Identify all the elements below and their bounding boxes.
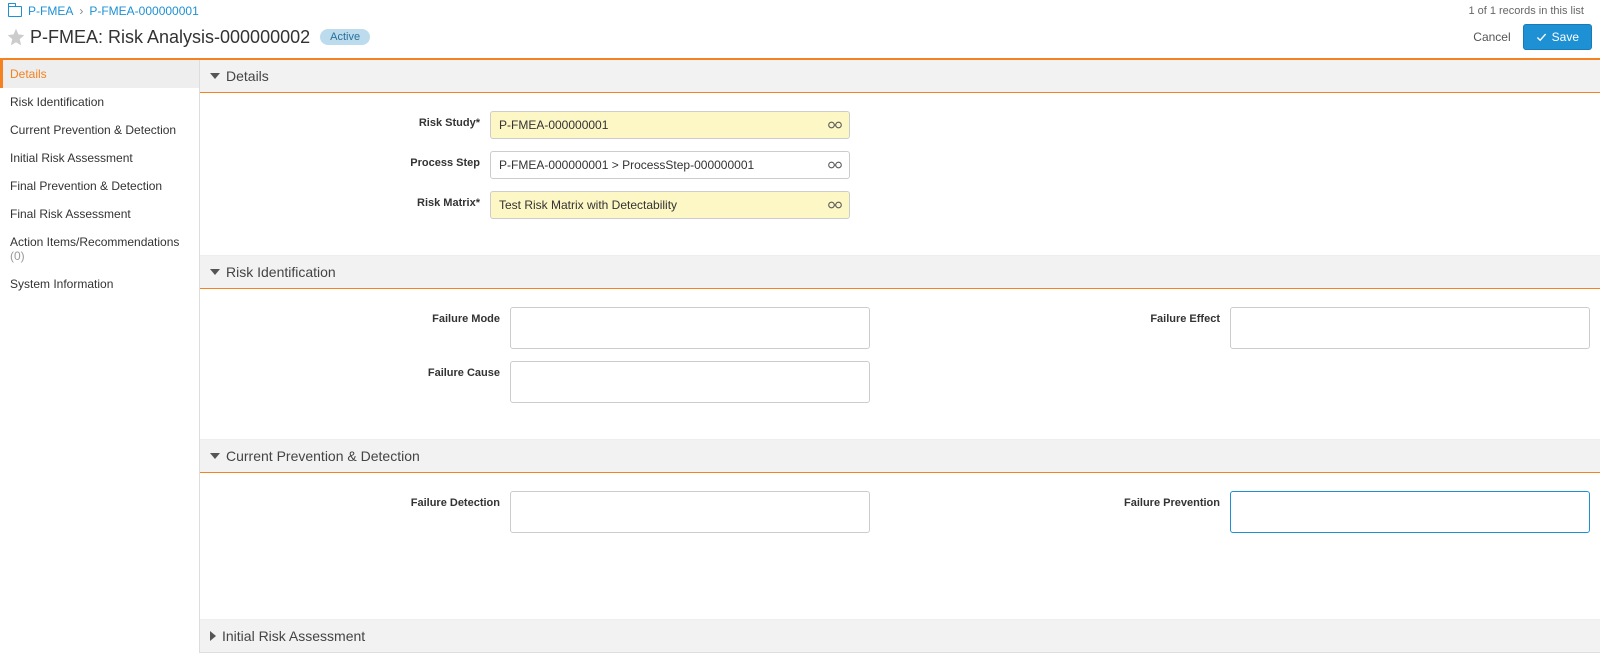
sidebar-item-label: Risk Identification [10,95,104,109]
save-button[interactable]: Save [1523,24,1592,50]
label-risk-matrix: Risk Matrix* [210,191,490,209]
sidebar: Details Risk Identification Current Prev… [0,60,200,653]
section-initial-risk: Initial Risk Assessment [200,620,1600,653]
section-header-risk-identification[interactable]: Risk Identification [200,256,1600,289]
section-details: Details Risk Study* Process Step [200,60,1600,256]
page-title: P-FMEA: Risk Analysis-000000002 [30,27,310,48]
favorite-star-icon[interactable] [6,27,26,47]
section-current-prevention: Current Prevention & Detection Failure D… [200,440,1600,620]
binoculars-icon[interactable] [828,160,842,170]
caret-down-icon [210,73,220,79]
section-header-details[interactable]: Details [200,60,1600,93]
label-failure-effect: Failure Effect [930,307,1230,325]
caret-down-icon [210,453,220,459]
sidebar-item-current-prevention[interactable]: Current Prevention & Detection [0,116,199,144]
section-header-current-prevention[interactable]: Current Prevention & Detection [200,440,1600,473]
save-button-label: Save [1552,30,1579,44]
binoculars-icon[interactable] [828,120,842,130]
folder-icon [8,6,22,17]
failure-effect-input[interactable] [1230,307,1590,349]
section-title: Current Prevention & Detection [226,448,420,464]
label-risk-study: Risk Study* [210,111,490,129]
risk-study-input[interactable] [490,111,850,139]
sidebar-item-label: System Information [10,277,113,291]
label-failure-prevention: Failure Prevention [930,491,1230,509]
binoculars-icon[interactable] [828,200,842,210]
sidebar-item-action-items[interactable]: Action Items/Recommendations (0) [0,228,199,270]
section-title: Risk Identification [226,264,336,280]
caret-right-icon [210,631,216,641]
sidebar-item-final-risk[interactable]: Final Risk Assessment [0,200,199,228]
check-icon [1536,32,1547,43]
failure-cause-input[interactable] [510,361,870,403]
process-step-input[interactable] [490,151,850,179]
sidebar-item-label: Action Items/Recommendations [10,235,179,249]
main-content: Details Risk Study* Process Step [200,60,1600,653]
label-failure-cause: Failure Cause [210,361,510,379]
sidebar-item-initial-risk[interactable]: Initial Risk Assessment [0,144,199,172]
sidebar-item-details[interactable]: Details [0,60,199,88]
failure-prevention-input[interactable] [1230,491,1590,533]
sidebar-item-risk-identification[interactable]: Risk Identification [0,88,199,116]
sidebar-item-label: Final Risk Assessment [10,207,131,221]
breadcrumb-root-link[interactable]: P-FMEA [28,4,73,18]
breadcrumb-current-link[interactable]: P-FMEA-000000001 [89,4,198,18]
caret-down-icon [210,269,220,275]
label-failure-detection: Failure Detection [210,491,510,509]
section-title: Initial Risk Assessment [222,628,365,644]
label-process-step: Process Step [210,151,490,169]
section-title: Details [226,68,269,84]
records-count: 1 of 1 records in this list [1468,5,1592,17]
failure-mode-input[interactable] [510,307,870,349]
sidebar-item-final-prevention[interactable]: Final Prevention & Detection [0,172,199,200]
section-risk-identification: Risk Identification Failure Mode Failure… [200,256,1600,440]
label-failure-mode: Failure Mode [210,307,510,325]
sidebar-item-count: (0) [10,249,25,263]
sidebar-item-label: Current Prevention & Detection [10,123,176,137]
breadcrumb-separator: › [79,4,83,18]
section-header-initial-risk[interactable]: Initial Risk Assessment [200,620,1600,653]
risk-matrix-input[interactable] [490,191,850,219]
sidebar-item-system-info[interactable]: System Information [0,270,199,298]
sidebar-item-label: Initial Risk Assessment [10,151,133,165]
status-badge: Active [320,29,370,45]
cancel-button[interactable]: Cancel [1461,24,1522,50]
breadcrumb: P-FMEA › P-FMEA-000000001 [8,4,199,18]
failure-detection-input[interactable] [510,491,870,533]
sidebar-item-label: Details [10,67,47,81]
sidebar-item-label: Final Prevention & Detection [10,179,162,193]
